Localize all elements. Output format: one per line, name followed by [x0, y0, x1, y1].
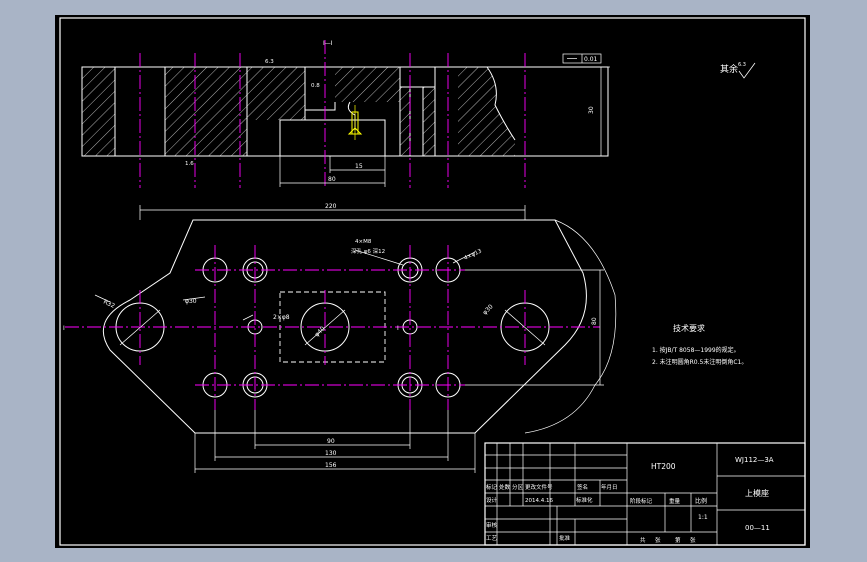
footer-sheet: 张 — [690, 536, 696, 544]
section-dim-height: 30 — [588, 106, 595, 114]
label-pin: 2×φ8 — [273, 314, 290, 321]
footer-sheets: 张 — [655, 536, 661, 544]
label-section-i-right: I — [397, 325, 399, 332]
footer-total: 共 — [640, 536, 646, 544]
row-review: 审核 — [486, 521, 498, 529]
hdr-zone: 分区 — [512, 483, 524, 491]
dim-d2: 130 — [325, 450, 337, 457]
tech-req-line-1: 1. 按JB/T 8058—1999的规定。 — [652, 346, 740, 354]
dim-height: 80 — [591, 317, 598, 325]
title-drawing-no: WJ112—3A — [735, 456, 774, 464]
tech-req-title: 技术要求 — [673, 323, 705, 333]
row-std: 标准化 — [576, 496, 593, 504]
section-view: I—I 80 15 30 6.3 0.8 1.6 0.01 — [81, 40, 610, 188]
footer-no: 第 — [675, 536, 681, 544]
label-section-i-left: I — [63, 325, 65, 332]
title-scale-label: 比例 — [695, 497, 707, 505]
hdr-count: 处数 — [499, 483, 511, 491]
other-roughness-value: 6.3 — [738, 62, 746, 68]
section-top-note: I—I — [323, 40, 333, 47]
label-tap-1: 4×M8 — [355, 239, 372, 245]
row-stage: 阶段标记 — [630, 497, 653, 505]
title-material: HT200 — [651, 462, 676, 471]
label-radius-left: R32 — [102, 298, 116, 309]
title-block: HT200 WJ112—3A 上模座 00—11 比例 1:1 标记 处数 分区… — [484, 442, 806, 546]
hdr-mark: 标记 — [486, 483, 498, 491]
row-approve: 批准 — [559, 534, 571, 542]
title-sheet: 00—11 — [745, 524, 770, 532]
hdr-change-doc: 更改文件号 — [525, 483, 553, 491]
row-weight: 重量 — [669, 497, 681, 505]
row-process: 工艺 — [486, 535, 498, 542]
hdr-date: 年月日 — [601, 483, 618, 491]
label-csk: 4×φ13 — [463, 248, 483, 262]
flatness-tolerance: 0.01 — [584, 56, 598, 63]
section-label-ra: 1.6 — [185, 161, 194, 167]
tech-req-line-2: 2. 未注明圆角R0.5未注明倒角C1。 — [652, 358, 747, 366]
plan-view: 220 90 130 156 80 R32 φ30 φ40 φ30 2×φ8 4… — [63, 203, 617, 473]
label-hole-right: φ30 — [481, 303, 494, 316]
cad-drawing: I—I 80 15 30 6.3 0.8 1.6 0.01 其余 6.3 220… — [59, 17, 806, 546]
row-designer: 设计 — [486, 496, 498, 504]
dim-d1: 90 — [327, 438, 335, 445]
technical-requirements: 技术要求 1. 按JB/T 8058—1999的规定。 2. 未注明圆角R0.5… — [652, 323, 747, 366]
section-dim-width: 80 — [328, 176, 336, 183]
section-label-r: 0.8 — [311, 83, 320, 89]
label-hole-left: φ30 — [185, 298, 197, 305]
dim-d3: 156 — [325, 462, 337, 469]
roughness-top-label: 6.3 — [265, 59, 274, 65]
title-part-name: 上模座 — [745, 488, 769, 498]
section-dim-offset: 15 — [355, 163, 363, 170]
title-scale-value: 1:1 — [698, 514, 708, 521]
other-roughness-label: 其余 — [720, 63, 738, 75]
hdr-sign: 签名 — [577, 483, 588, 491]
dim-overall: 220 — [325, 203, 337, 210]
row-designer-date: 2014.4.16 — [525, 498, 553, 504]
cad-viewport[interactable]: I—I 80 15 30 6.3 0.8 1.6 0.01 其余 6.3 220… — [55, 15, 810, 548]
label-tap-2: 深孔 φ6 深12 — [351, 247, 385, 255]
